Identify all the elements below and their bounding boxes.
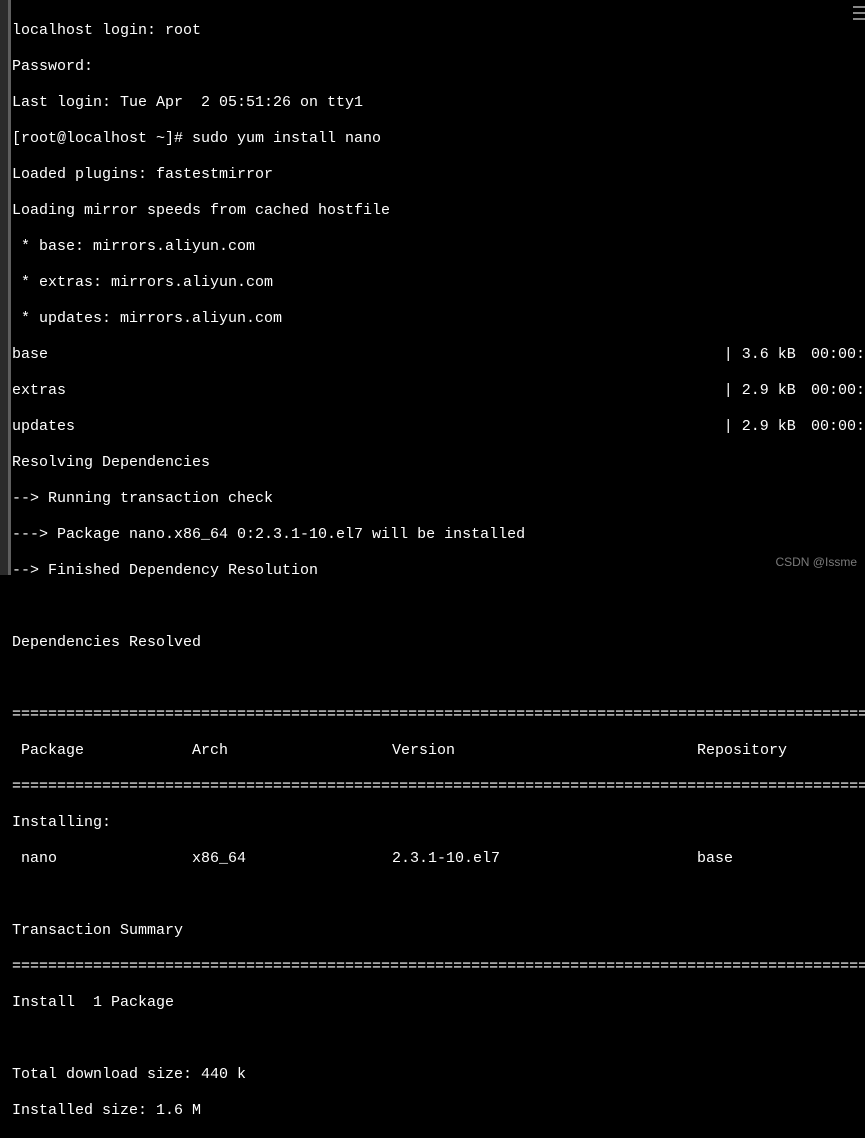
table-divider: ========================================… [12, 706, 865, 724]
repo-time: 00:00: [811, 346, 865, 364]
repo-time: 00:00: [811, 418, 865, 436]
blank-line [12, 886, 865, 904]
repo-name: base [12, 346, 724, 364]
loading-line: Loading mirror speeds from cached hostfi… [12, 202, 865, 220]
repo-sep: | [724, 382, 742, 400]
repo-size: 2.9 kB [742, 382, 811, 400]
hdr-version: Version [392, 742, 697, 760]
last-login-line: Last login: Tue Apr 2 05:51:26 on tty1 [12, 94, 865, 112]
download-size: Total download size: 440 k [12, 1066, 865, 1084]
blank-line [12, 670, 865, 688]
repo-size: 2.9 kB [742, 418, 811, 436]
window-left-border [0, 0, 8, 575]
shell-command: sudo yum install nano [192, 130, 381, 147]
mirror-line: * updates: mirrors.aliyun.com [12, 310, 865, 328]
hdr-package: Package [12, 742, 192, 760]
watermark: CSDN @Issme [775, 555, 857, 569]
repo-sep: | [724, 418, 742, 436]
terminal-output[interactable]: localhost login: root Password: Last log… [12, 4, 865, 1138]
login-prompt: localhost login: [12, 22, 165, 39]
cell-arch: x86_64 [192, 850, 392, 868]
password-line: Password: [12, 58, 865, 76]
table-header: PackageArchVersionRepository [12, 742, 865, 760]
repo-name: extras [12, 382, 724, 400]
window-left-edge [8, 0, 11, 575]
table-divider: ========================================… [12, 958, 865, 976]
repo-row: base| 3.6 kB00:00: [12, 346, 865, 364]
summary-title: Transaction Summary [12, 922, 865, 940]
mirror-line: * base: mirrors.aliyun.com [12, 238, 865, 256]
resolving-line: Resolving Dependencies [12, 454, 865, 472]
repo-size: 3.6 kB [742, 346, 811, 364]
mirror-line: * extras: mirrors.aliyun.com [12, 274, 865, 292]
installed-size: Installed size: 1.6 M [12, 1102, 865, 1120]
pkg-install-line: ---> Package nano.x86_64 0:2.3.1-10.el7 … [12, 526, 865, 544]
blank-line [12, 1030, 865, 1048]
trans-check-line: --> Running transaction check [12, 490, 865, 508]
table-divider: ========================================… [12, 778, 865, 796]
cell-package: nano [12, 850, 192, 868]
table-row: nanox86_642.3.1-10.el7base [12, 850, 865, 868]
installing-label: Installing: [12, 814, 865, 832]
cell-repository: base [697, 850, 865, 868]
repo-name: updates [12, 418, 724, 436]
repo-sep: | [724, 346, 742, 364]
plugins-line: Loaded plugins: fastestmirror [12, 166, 865, 184]
shell-line: [root@localhost ~]# sudo yum install nan… [12, 130, 865, 148]
hdr-repository: Repository [697, 742, 865, 760]
hdr-arch: Arch [192, 742, 392, 760]
repo-time: 00:00: [811, 382, 865, 400]
deps-resolved-line: Dependencies Resolved [12, 634, 865, 652]
install-count: Install 1 Package [12, 994, 865, 1012]
shell-prompt: [root@localhost ~]# [12, 130, 192, 147]
login-user: root [165, 22, 201, 39]
repo-row: updates| 2.9 kB00:00: [12, 418, 865, 436]
repo-row: extras| 2.9 kB00:00: [12, 382, 865, 400]
cell-version: 2.3.1-10.el7 [392, 850, 697, 868]
login-prompt-line: localhost login: root [12, 22, 865, 40]
blank-line [12, 598, 865, 616]
finished-line: --> Finished Dependency Resolution [12, 562, 865, 580]
